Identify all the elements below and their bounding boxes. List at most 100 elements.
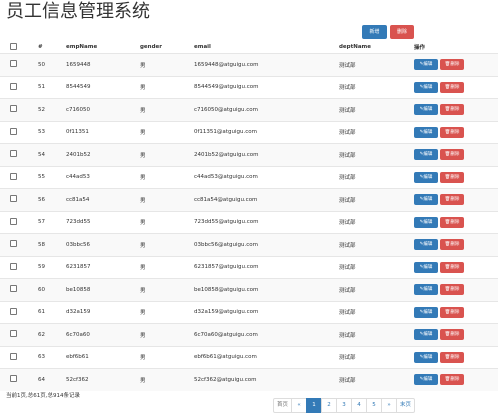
cell-actions: ✎编辑 🗑删除 bbox=[414, 188, 498, 211]
last-page-link[interactable]: 末页 bbox=[396, 398, 416, 413]
row-checkbox[interactable] bbox=[10, 375, 17, 383]
cell-email: 52cf362@atguigu.com bbox=[194, 368, 339, 391]
cell-deptname: 测试部 bbox=[339, 188, 414, 211]
edit-button[interactable]: ✎编辑 bbox=[414, 149, 438, 161]
delete-button[interactable]: 🗑删除 bbox=[440, 306, 464, 318]
row-checkbox[interactable] bbox=[10, 307, 17, 315]
delete-all-button[interactable]: 删除 bbox=[390, 25, 414, 39]
cell-empname: be10858 bbox=[66, 278, 140, 301]
delete-button[interactable]: 🗑删除 bbox=[440, 284, 464, 296]
delete-button[interactable]: 🗑删除 bbox=[440, 149, 464, 161]
row-checkbox[interactable] bbox=[10, 127, 17, 135]
edit-button[interactable]: ✎编辑 bbox=[414, 216, 438, 228]
row-select-cell[interactable] bbox=[0, 323, 38, 346]
row-select-cell[interactable] bbox=[0, 278, 38, 301]
row-select-cell[interactable] bbox=[0, 300, 38, 324]
edit-button[interactable]: ✎编辑 bbox=[414, 306, 438, 318]
delete-button[interactable]: 🗑删除 bbox=[440, 216, 464, 228]
row-checkbox[interactable] bbox=[10, 217, 17, 225]
select-all-checkbox[interactable] bbox=[10, 42, 17, 50]
first-page-link[interactable]: 首页 bbox=[273, 398, 293, 413]
cell-empname: c716050 bbox=[66, 98, 140, 121]
edit-button[interactable]: ✎编辑 bbox=[414, 126, 438, 138]
row-select-cell[interactable] bbox=[0, 165, 38, 189]
edit-button[interactable]: ✎编辑 bbox=[414, 261, 438, 273]
edit-button[interactable]: ✎编辑 bbox=[414, 171, 438, 183]
row-checkbox[interactable] bbox=[10, 240, 17, 248]
cell-actions: ✎编辑 🗑删除 bbox=[414, 210, 498, 234]
delete-button[interactable]: 🗑删除 bbox=[440, 194, 464, 206]
cell-actions: ✎编辑 🗑删除 bbox=[414, 143, 498, 166]
cell-email: ebf6b61@atguigu.com bbox=[194, 345, 339, 369]
row-checkbox[interactable] bbox=[10, 105, 17, 113]
cell-deptname: 测试部 bbox=[339, 323, 414, 346]
row-select-cell[interactable] bbox=[0, 233, 38, 256]
cell-deptname: 测试部 bbox=[339, 210, 414, 234]
add-button[interactable]: 新增 bbox=[362, 25, 387, 39]
row-select-cell[interactable] bbox=[0, 210, 38, 234]
row-checkbox[interactable] bbox=[10, 285, 17, 293]
page-link-2[interactable]: 2 bbox=[321, 398, 338, 413]
row-checkbox[interactable] bbox=[10, 60, 17, 68]
cell-deptname: 测试部 bbox=[339, 98, 414, 121]
edit-button[interactable]: ✎编辑 bbox=[414, 374, 438, 386]
edit-button[interactable]: ✎编辑 bbox=[414, 81, 438, 93]
cell-actions: ✎编辑 🗑删除 bbox=[414, 120, 498, 144]
delete-button[interactable]: 🗑删除 bbox=[440, 104, 464, 116]
row-select-cell[interactable] bbox=[0, 255, 38, 279]
header-email: email bbox=[194, 44, 211, 50]
employee-table: # empName gender email deptName 操作 50 165… bbox=[0, 41, 498, 391]
delete-button[interactable]: 🗑删除 bbox=[440, 59, 464, 71]
edit-button[interactable]: ✎编辑 bbox=[414, 104, 438, 116]
page-link-3[interactable]: 3 bbox=[336, 398, 353, 413]
row-select-cell[interactable] bbox=[0, 98, 38, 121]
edit-button[interactable]: ✎编辑 bbox=[414, 59, 438, 71]
delete-button[interactable]: 🗑删除 bbox=[440, 351, 464, 363]
cell-deptname: 测试部 bbox=[339, 75, 414, 99]
cell-id: 63 bbox=[38, 345, 66, 369]
row-checkbox[interactable] bbox=[10, 330, 17, 338]
row-checkbox[interactable] bbox=[10, 82, 17, 90]
row-select-cell[interactable] bbox=[0, 143, 38, 166]
cell-id: 55 bbox=[38, 165, 66, 189]
edit-button[interactable]: ✎编辑 bbox=[414, 194, 438, 206]
row-select-cell[interactable] bbox=[0, 53, 38, 76]
prev-page-link[interactable]: « bbox=[291, 398, 308, 413]
header-deptname: deptName bbox=[339, 44, 372, 50]
row-checkbox[interactable] bbox=[10, 262, 17, 270]
table-row: 60 be10858 男 be10858@atguigu.com 测试部 ✎编辑 🗑删除 bbox=[0, 278, 498, 301]
delete-button[interactable]: 🗑删除 bbox=[440, 374, 464, 386]
edit-button[interactable]: ✎编辑 bbox=[414, 239, 438, 251]
cell-id: 61 bbox=[38, 300, 66, 324]
edit-button[interactable]: ✎编辑 bbox=[414, 351, 438, 363]
row-select-cell[interactable] bbox=[0, 75, 38, 99]
cell-deptname: 测试部 bbox=[339, 53, 414, 76]
delete-button[interactable]: 🗑删除 bbox=[440, 126, 464, 138]
edit-button[interactable]: ✎编辑 bbox=[414, 284, 438, 296]
page-link-4[interactable]: 4 bbox=[351, 398, 368, 413]
row-select-cell[interactable] bbox=[0, 345, 38, 369]
page-link-1[interactable]: 1 bbox=[306, 398, 323, 413]
row-select-cell[interactable] bbox=[0, 120, 38, 144]
row-checkbox[interactable] bbox=[10, 195, 17, 203]
row-checkbox[interactable] bbox=[10, 172, 17, 180]
row-select-cell[interactable] bbox=[0, 368, 38, 391]
edit-button[interactable]: ✎编辑 bbox=[414, 329, 438, 341]
delete-button[interactable]: 🗑删除 bbox=[440, 81, 464, 93]
row-checkbox[interactable] bbox=[10, 150, 17, 158]
cell-gender: 男 bbox=[140, 120, 194, 144]
delete-button[interactable]: 🗑删除 bbox=[440, 329, 464, 341]
cell-empname: 6c70a60 bbox=[66, 323, 140, 346]
select-all-header[interactable] bbox=[0, 41, 38, 54]
table-row: 64 52cf362 男 52cf362@atguigu.com 测试部 ✎编辑 🗑删除 bbox=[0, 368, 498, 391]
table-row: 52 c716050 男 c716050@atguigu.com 测试部 ✎编辑 🗑删除 bbox=[0, 98, 498, 121]
delete-button[interactable]: 🗑删除 bbox=[440, 261, 464, 273]
row-checkbox[interactable] bbox=[10, 352, 17, 360]
page-link-5[interactable]: 5 bbox=[366, 398, 383, 413]
row-select-cell[interactable] bbox=[0, 188, 38, 211]
delete-button[interactable]: 🗑删除 bbox=[440, 171, 464, 183]
cell-email: 1659448@atguigu.com bbox=[194, 53, 339, 76]
delete-button[interactable]: 🗑删除 bbox=[440, 239, 464, 251]
cell-id: 52 bbox=[38, 98, 66, 121]
next-page-link[interactable]: » bbox=[381, 398, 398, 413]
